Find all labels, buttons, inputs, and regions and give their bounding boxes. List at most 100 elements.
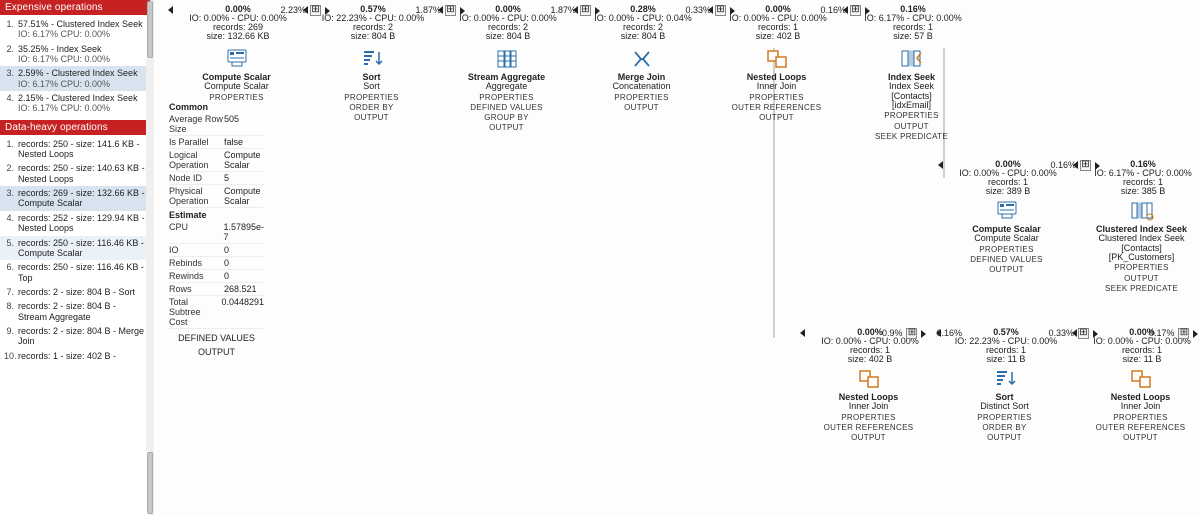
edge-label[interactable]: 0.16%IO: 6.17% - CPU: 0.00%records: 1siz… [1079,160,1200,196]
prop-row: Rows268.521 [169,283,264,296]
plan-node-index-seek-a[interactable]: Index SeekIndex Seek[Contacts][idxEmail]… [849,46,974,141]
prop-link[interactable]: OUTPUT [714,113,839,122]
data-heavy-header: Data-heavy operations [0,120,150,135]
prop-row: Is Parallelfalse [169,136,264,149]
edge-label[interactable]: 0.57%IO: 22.23% - CPU: 0.00%records: 2si… [309,5,437,41]
list-item[interactable]: 1.records: 250 - size: 141.6 KB - Nested… [0,137,150,162]
sort-icon [358,48,386,70]
prop-link[interactable]: OUTPUT [1078,433,1200,442]
prop-link[interactable]: OUTER REFERENCES [806,423,931,432]
prop-link[interactable]: OUTPUT [309,113,434,122]
merge-join-icon [628,48,656,70]
list-item[interactable]: 1.57.51% - Clustered Index SeekIO: 6.17%… [0,17,150,42]
plan-node-stream-aggregate[interactable]: Stream AggregateAggregatePROPERTIESDEFIN… [444,46,569,132]
prop-link[interactable]: SEEK PREDICATE [1079,284,1200,293]
prop-link[interactable]: PROPERTIES [309,93,434,102]
data-heavy-list: 1.records: 250 - size: 141.6 KB - Nested… [0,135,150,367]
plan-node-nested-loops-c[interactable]: Nested LoopsInner JoinPROPERTIESOUTER RE… [1078,366,1200,442]
aggregate-icon [493,48,521,70]
plan-node-nested-loops-b[interactable]: Nested LoopsInner JoinPROPERTIESOUTER RE… [806,366,931,442]
prop-row: Logical OperationCompute Scalar [169,149,264,172]
edge-label[interactable]: 0.28%IO: 0.00% - CPU: 0.04%records: 2siz… [579,5,707,41]
plan-node-merge-join[interactable]: Merge JoinConcatenationPROPERTIESOUTPUT [579,46,704,112]
prop-link[interactable]: OUTPUT [944,265,1069,274]
list-item[interactable]: 3.2.59% - Clustered Index SeekIO: 6.17% … [0,66,150,91]
sort-icon [991,368,1019,390]
edge-label[interactable]: 0.00%IO: 0.00% - CPU: 0.00%records: 2siz… [444,5,572,41]
prop-link[interactable]: PROPERTIES [1079,263,1200,272]
prop-link[interactable]: OUTPUT [169,347,264,357]
prop-row: Rewinds0 [169,270,264,283]
clustered-index-seek-icon [1128,200,1156,222]
list-item[interactable]: 10.records: 1 - size: 402 B - [0,349,150,363]
edge-label[interactable]: 0.57%IO: 22.23% - CPU: 0.00%records: 1si… [942,328,1070,364]
prop-link[interactable]: PROPERTIES [444,93,569,102]
list-item[interactable]: 2.35.25% - Index SeekIO: 6.17% CPU: 0.00… [0,42,150,67]
prop-link[interactable]: OUTPUT [849,122,974,131]
prop-link[interactable]: DEFINED VALUES [944,255,1069,264]
prop-link[interactable]: OUTPUT [444,123,569,132]
list-item[interactable]: 4.records: 252 - size: 129.94 KB - Neste… [0,211,150,236]
prop-link[interactable]: OUTPUT [579,103,704,112]
prop-link[interactable]: OUTPUT [806,433,931,442]
expand-icon[interactable]: ⊞ [1178,328,1189,339]
plan-node-nested-loops-a[interactable]: Nested LoopsInner JoinPROPERTIESOUTER RE… [714,46,839,122]
prop-link[interactable]: PROPERTIES [942,413,1067,422]
edge-label[interactable]: 0.00%IO: 0.00% - CPU: 0.00%records: 1siz… [806,328,934,364]
prop-link[interactable]: DEFINED VALUES [169,333,264,343]
prop-link[interactable]: PROPERTIES [1078,413,1200,422]
expand-icon[interactable]: ⊞ [906,328,917,339]
list-item[interactable]: 4.2.15% - Clustered Index SeekIO: 6.17% … [0,91,150,116]
prop-row: Node ID5 [169,172,264,185]
list-item[interactable]: 5.records: 250 - size: 116.46 KB - Compu… [0,236,150,261]
prop-link[interactable]: OUTPUT [1079,274,1200,283]
prop-link[interactable]: PROPERTIES [944,245,1069,254]
nested-loops-icon [1127,368,1155,390]
expensive-operations-header: Expensive operations [0,0,150,15]
prop-link[interactable]: PROPERTIES [849,111,974,120]
prop-link[interactable]: PROPERTIES [714,93,839,102]
plan-canvas[interactable]: CommonAverage Row Size505Is Parallelfals… [154,0,1200,515]
prop-row: CPU1.57895e-7 [169,221,264,244]
list-item[interactable]: 8.records: 2 - size: 804 B - Stream Aggr… [0,299,150,324]
prop-link[interactable]: PROPERTIES [174,93,299,102]
plan-node-sort-b[interactable]: SortDistinct SortPROPERTIESORDER BYOUTPU… [942,366,1067,442]
compute-icon [223,48,251,70]
prop-link[interactable]: ORDER BY [942,423,1067,432]
nested-loops-icon [855,368,883,390]
list-item[interactable]: 6.records: 250 - size: 116.46 KB - Top [0,260,150,285]
edge-label[interactable]: 0.00%IO: 0.00% - CPU: 0.00%records: 269s… [174,5,302,41]
prop-link[interactable]: OUTER REFERENCES [1078,423,1200,432]
edge-label[interactable]: 0.16%IO: 6.17% - CPU: 0.00%records: 1siz… [849,5,977,41]
prop-link[interactable]: PROPERTIES [579,93,704,102]
expensive-operations-list: 1.57.51% - Clustered Index SeekIO: 6.17%… [0,15,150,120]
prop-link[interactable]: ORDER BY [309,103,434,112]
plan-node-clustered-index-seek[interactable]: Clustered Index SeekClustered Index Seek… [1079,198,1200,293]
prop-link[interactable]: PROPERTIES [806,413,931,422]
edge-label[interactable]: 0.00%IO: 0.00% - CPU: 0.00%records: 1siz… [944,160,1072,196]
edge-label[interactable]: 0.00%IO: 0.00% - CPU: 0.00%records: 1siz… [1078,328,1200,364]
sidebar-scrollbar[interactable] [146,0,154,515]
plan-node-compute-scalar-b[interactable]: Compute ScalarCompute ScalarPROPERTIESDE… [944,198,1069,274]
edge-label[interactable]: 0.00%IO: 0.00% - CPU: 0.00%records: 1siz… [714,5,842,41]
plan-node-sort[interactable]: SortSortPROPERTIESORDER BYOUTPUT [309,46,434,122]
list-item[interactable]: 9.records: 2 - size: 804 B - Merge Join [0,324,150,349]
plan-node-compute-scalar-a[interactable]: Compute ScalarCompute ScalarPROPERTIES [174,46,299,102]
list-item[interactable]: 7.records: 2 - size: 804 B - Sort [0,285,150,299]
sidebar: Expensive operations 1.57.51% - Clustere… [0,0,154,515]
list-item[interactable]: 3.records: 269 - size: 132.66 KB - Compu… [0,186,150,211]
prop-row: Rebinds0 [169,257,264,270]
prop-row: IO0 [169,244,264,257]
prop-group-header: Estimate [169,210,264,220]
nested-loops-icon [763,48,791,70]
prop-row: Total Subtree Cost0.0448291 [169,296,264,329]
prop-group-header: Common [169,102,264,112]
prop-link[interactable]: OUTPUT [942,433,1067,442]
prop-row: Physical OperationCompute Scalar [169,185,264,208]
prop-link[interactable]: OUTER REFERENCES [714,103,839,112]
list-item[interactable]: 2.records: 250 - size: 140.63 KB - Neste… [0,161,150,186]
prop-link[interactable]: SEEK PREDICATE [849,132,974,141]
prop-link[interactable]: GROUP BY [444,113,569,122]
prop-link[interactable]: DEFINED VALUES [444,103,569,112]
index-seek-icon [898,48,926,70]
